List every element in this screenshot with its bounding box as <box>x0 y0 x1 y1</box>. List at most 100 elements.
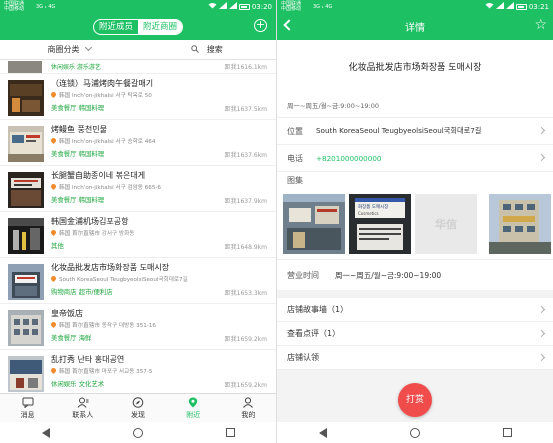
filter-bar: 商圈分类 搜索 <box>0 40 276 60</box>
merchant-tags: 其他 <box>51 242 64 250</box>
merchant-address: South KoreaSeoul TeugbyeolsiSeoul국회대로7길 <box>49 274 188 283</box>
merchant-distance: 距我1616.1km <box>224 64 267 71</box>
detail-content[interactable]: 化妆品批发店市场화장품 도매시장 周一~周五/월~금:9:00~19:00 位置… <box>277 40 553 380</box>
merchant-thumbnail <box>8 264 44 300</box>
system-nav-bar <box>277 422 553 443</box>
business-hours-row: 营业时间 周一~周五/월~금:9:00~19:00 <box>277 260 553 290</box>
list-item-partial[interactable]: 休闲娱乐 游乐游艺 距我1616.1km <box>0 61 276 74</box>
signal-icon-2 <box>228 2 237 11</box>
merchant-name: （连锁）马浦烤肉午餐갈매기 <box>51 79 154 88</box>
address-text: South KoreaSeoul TeugbyeolsiSeoul국회대로7길 <box>59 277 188 283</box>
address-text: 韩国 首尔直辖市 동작구 대방동 351-16 <box>59 323 156 329</box>
merchant-thumbnail <box>8 356 44 392</box>
chevron-right-icon <box>537 329 546 338</box>
bottom-tab-bar: 消息 联系人 发现 附近 我的 <box>0 393 276 422</box>
list-item[interactable]: 长腿蟹自助종이네 볶은대게 韩国 Inch'on-jikhalsi 서구 검암동… <box>0 166 276 212</box>
merchant-address: 韩国 Inch'on-jikhalsi 서구 검암동 665-6 <box>49 182 161 191</box>
list-item[interactable]: 烤鳗鱼 풍천민물 韩国 Inch'on-jikhalsi 서구 승학로 464 … <box>0 120 276 166</box>
address-text: 韩国 Inch'on-jikhalsi 서구 승학로 464 <box>59 139 156 145</box>
recent-apps-icon[interactable] <box>225 428 235 437</box>
chevron-right-icon <box>537 126 546 135</box>
merchant-distance: 距我1637.9km <box>224 198 267 205</box>
tab-nearby[interactable]: 附近 <box>166 394 221 422</box>
merchant-distance: 距我1659.2km <box>224 382 267 389</box>
home-icon[interactable] <box>409 427 420 438</box>
store-story-wall-link[interactable]: 店铺故事墙（1） <box>277 298 553 322</box>
tab-messages[interactable]: 消息 <box>0 394 55 422</box>
merchant-name: 化妆品批发店市场화장품 도매시장 <box>51 263 170 272</box>
link-label: 店铺认领 <box>287 353 319 362</box>
category-label: 商圈分类 <box>47 45 80 54</box>
location-value: South KoreaSeoul TeugbyeolsiSeoul국회대로7길 <box>316 126 482 135</box>
merchant-tags: 休闲娱乐 游乐游艺 <box>51 64 101 71</box>
location-pin-icon <box>49 320 58 329</box>
tab-me[interactable]: 我的 <box>221 394 276 422</box>
chevron-down-icon <box>84 43 92 52</box>
favorite-star-icon[interactable]: ☆ <box>534 16 547 34</box>
recent-apps-icon[interactable] <box>502 428 512 437</box>
location-pin-icon <box>49 366 58 375</box>
phone-row[interactable]: 电话 +8201000000000 <box>277 145 553 172</box>
home-icon[interactable] <box>132 427 143 438</box>
list-item[interactable]: 韩国金浦机场김포공항 韩国 首尔直辖市 강서구 방화동 其他 距我1648.9k… <box>0 212 276 258</box>
claim-store-link[interactable]: 店铺认领 <box>277 346 553 370</box>
add-icon[interactable]: + <box>254 19 267 32</box>
link-label: 查看点评（1） <box>287 329 341 338</box>
battery-icon <box>238 3 250 10</box>
tab-contacts[interactable]: 联系人 <box>55 394 110 422</box>
profile-icon <box>221 397 276 409</box>
tab-nearby-members[interactable]: 附近成员 <box>94 20 138 34</box>
merchant-distance: 距我1637.6km <box>224 152 267 159</box>
gallery-photo-placeholder[interactable]: 华信 <box>415 194 477 254</box>
merchant-tags: 休闲娱乐 文化艺术 <box>51 380 105 388</box>
link-label: 店铺故事墙（1） <box>287 305 349 314</box>
merchant-distance: 距我1653.3km <box>224 290 267 297</box>
contacts-icon <box>55 397 110 409</box>
gallery-photo[interactable] <box>283 194 345 254</box>
merchant-tags: 美食餐厅 韩国料理 <box>51 104 105 112</box>
search-button[interactable]: 搜索 <box>138 44 276 55</box>
status-time: 03:20 <box>251 2 272 11</box>
message-icon <box>0 397 55 409</box>
location-pin-icon <box>49 136 58 145</box>
back-arrow-icon[interactable] <box>283 19 295 31</box>
merchant-address: 韩国 Inch'on-jikhalsi 서구 탁옥로 50 <box>49 90 152 99</box>
detail-header: 详情 ☆ <box>277 13 553 40</box>
search-icon <box>191 45 207 54</box>
merchant-address: 韩国 首尔直辖市 동작구 대방동 351-16 <box>49 320 156 329</box>
sign-text-2: Cosmetics <box>358 211 379 216</box>
back-icon[interactable] <box>318 427 327 438</box>
merchant-distance: 距我1659.2km <box>224 336 267 343</box>
location-pin-icon <box>49 228 58 237</box>
location-pin-icon <box>49 182 58 191</box>
tip-button[interactable]: 打赏 <box>398 383 432 417</box>
gallery-photo[interactable]: 화장품 도매시장 Cosmetics <box>349 194 411 254</box>
business-hours-label: 营业时间 <box>287 270 319 280</box>
list-item[interactable]: （连锁）马浦烤肉午餐갈매기 韩国 Inch'on-jikhalsi 서구 탁옥로… <box>0 74 276 120</box>
gallery-photo[interactable] <box>489 194 551 254</box>
tab-label: 消息 <box>20 411 35 419</box>
merchant-distance: 距我1648.9km <box>224 244 267 251</box>
tab-nearby-merchants[interactable]: 附近商圈 <box>138 19 183 34</box>
view-reviews-link[interactable]: 查看点评（1） <box>277 322 553 346</box>
chevron-right-icon <box>537 305 546 314</box>
shop-info-card: 化妆品批发店市场화장품 도매시장 周一~周五/월~금:9:00~19:00 位置… <box>277 40 553 290</box>
status-bar: 中国联通 中国移动 3G ₁ 4G 03:20 <box>0 0 276 13</box>
location-label: 位置 <box>287 126 303 136</box>
merchant-list[interactable]: 休闲娱乐 游乐游艺 距我1616.1km （连锁）马浦烤肉午餐갈매기 韩国 In… <box>0 61 276 393</box>
location-row[interactable]: 位置 South KoreaSeoul TeugbyeolsiSeoul국회대로… <box>277 118 553 145</box>
location-pin-icon <box>49 274 58 283</box>
tab-discover[interactable]: 发现 <box>110 394 165 422</box>
list-item[interactable]: 化妆品批发店市场화장품 도매시장 South KoreaSeoul Teugby… <box>0 258 276 304</box>
list-item[interactable]: 乱打秀 난타 홍대공연 韩国 首尔直辖市 마포구 서교동 357-5 休闲娱乐 … <box>0 350 276 393</box>
carrier-names: 中国联通 中国移动 <box>281 1 311 12</box>
merchant-name: 烤鳗鱼 풍천민물 <box>51 125 107 134</box>
merchant-address: 韩国 首尔直辖市 강서구 방화동 <box>49 228 134 237</box>
back-icon[interactable] <box>41 427 50 438</box>
signal-text: 3G ₁ 4G <box>313 3 333 10</box>
merchant-tags: 美食餐厅 海鲜 <box>51 334 92 342</box>
list-item[interactable]: 皇帝饭店 韩国 首尔直辖市 동작구 대방동 351-16 美食餐厅 海鲜 距我1… <box>0 304 276 350</box>
chevron-right-icon <box>537 153 546 162</box>
category-dropdown[interactable]: 商圈分类 <box>0 43 138 55</box>
merchant-address: 韩国 Inch'on-jikhalsi 서구 승학로 464 <box>49 136 156 145</box>
